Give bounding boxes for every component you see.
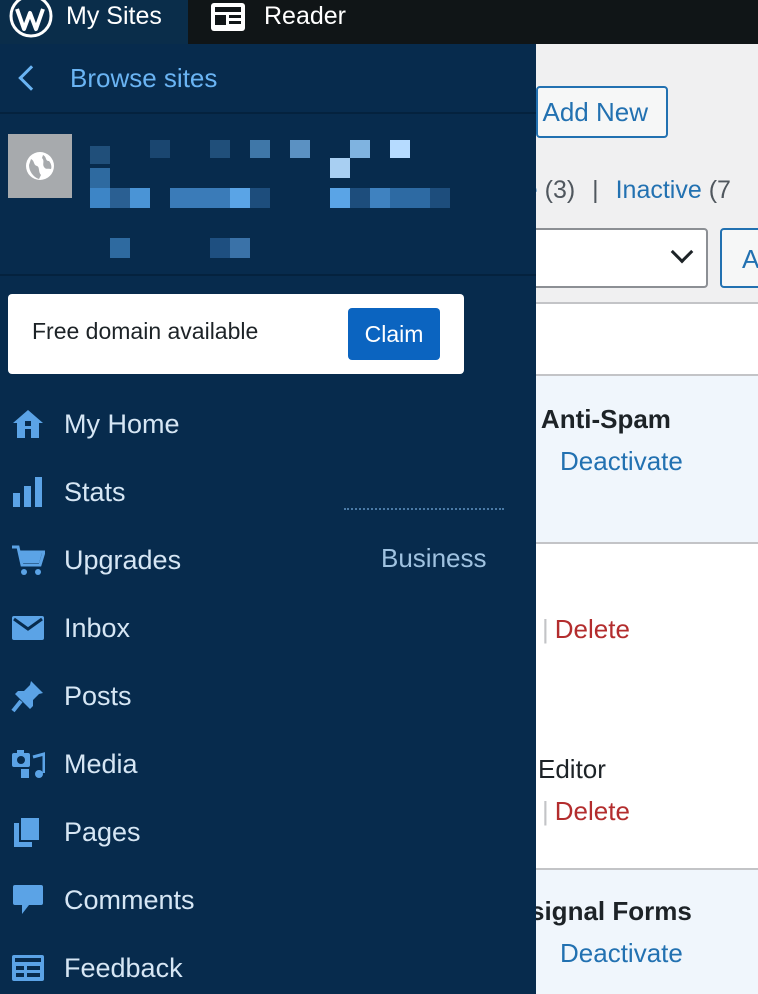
feedback-icon [10, 950, 46, 986]
media-icon [10, 746, 46, 782]
filter-separator: | [592, 176, 599, 204]
plugin-name[interactable]: signal Forms [536, 896, 692, 927]
sidebar-item-upgrades[interactable]: Upgrades Business [0, 526, 536, 594]
wordpress-logo-icon [9, 0, 53, 38]
plugins-table-header [536, 302, 758, 376]
active-count: (3) [544, 176, 576, 204]
plugin-actions: Deactivate [560, 446, 683, 477]
cart-icon [10, 542, 46, 578]
reader-button[interactable]: Reader [188, 0, 346, 44]
inactive-filter-link[interactable]: Inactive [616, 176, 702, 204]
sidebar-item-my-home[interactable]: My Home [0, 390, 536, 458]
sidebar-item-label: Stats [64, 476, 126, 507]
sidebar-item-feedback[interactable]: Feedback [0, 934, 536, 994]
add-new-button[interactable]: Add New [536, 86, 668, 138]
delete-link[interactable]: Delete [555, 614, 630, 644]
browse-sites-link[interactable]: Browse sites [0, 44, 536, 114]
sidebar-item-label: Feedback [64, 952, 183, 983]
globe-icon [26, 152, 54, 180]
sidebar-item-label: Posts [64, 680, 132, 711]
my-sites-button[interactable]: My Sites [0, 0, 188, 44]
sidebar-item-label: My Home [64, 408, 180, 439]
deactivate-link[interactable]: Deactivate [560, 938, 683, 968]
sidebar-item-label: Upgrades [64, 544, 182, 575]
plugin-name[interactable]: Editor [538, 754, 606, 785]
pages-icon [10, 814, 46, 850]
home-icon [10, 406, 46, 442]
plugin-actions: | Delete [542, 796, 630, 826]
free-domain-text: Free domain available [32, 318, 259, 344]
sidebar-item-label: Comments [64, 884, 195, 915]
sidebar-item-pages[interactable]: Pages [0, 798, 536, 866]
chevron-left-icon [18, 65, 44, 91]
sidebar-item-stats[interactable]: Stats [0, 458, 536, 526]
plugin-status-filters: stagve (3) | Inactive (7 [536, 176, 731, 205]
deactivate-link[interactable]: Deactivate [560, 446, 683, 476]
sidebar-item-label: Inbox [64, 612, 131, 643]
mail-icon [10, 610, 46, 646]
plan-badge: Business [381, 543, 487, 573]
plugin-actions: Deactivate [560, 938, 683, 969]
current-site-card[interactable] [0, 114, 536, 276]
plugin-name[interactable]: t Anti-Spam [536, 404, 671, 435]
bulk-actions-select[interactable] [536, 228, 708, 288]
my-sites-label: My Sites [66, 1, 162, 30]
active-filter-link[interactable]: ve [536, 176, 538, 204]
apply-button[interactable]: A [720, 228, 758, 288]
sidebar-item-posts[interactable]: Posts [0, 662, 536, 730]
delete-link[interactable]: Delete [555, 796, 630, 826]
plugin-actions: | Delete [542, 614, 630, 644]
claim-button[interactable]: Claim [348, 308, 440, 360]
browse-sites-label: Browse sites [70, 62, 218, 93]
plugin-row: t Anti-Spam Deactivate [536, 376, 758, 544]
sidebar-item-label: Pages [64, 816, 141, 847]
site-icon [8, 134, 72, 198]
free-domain-banner: Free domain available Claim [8, 294, 464, 374]
masterbar: My Sites Reader [0, 0, 758, 44]
inactive-count: (7 [708, 176, 731, 204]
reader-icon [211, 3, 245, 31]
pin-icon [10, 678, 46, 714]
comment-icon [10, 882, 46, 918]
sidebar-menu: My Home Stats Upgrades Business Inbox Po… [0, 390, 536, 994]
sidebar-item-inbox[interactable]: Inbox [0, 594, 536, 662]
plugins-page-background: Add New stagve (3) | Inactive (7 A t Ant… [536, 44, 758, 994]
plugin-row: signal Forms Deactivate [536, 870, 758, 994]
sidebar-item-label: Media [64, 748, 138, 779]
stats-icon [10, 474, 46, 510]
sidebar-item-comments[interactable]: Comments [0, 866, 536, 934]
sidebar-item-media[interactable]: Media [0, 730, 536, 798]
chevron-down-icon [670, 240, 694, 264]
site-sidebar: Browse sites Free domain available Claim… [0, 44, 536, 994]
reader-label: Reader [264, 1, 346, 30]
plugin-row: | Delete Editor | Delete [536, 544, 758, 870]
